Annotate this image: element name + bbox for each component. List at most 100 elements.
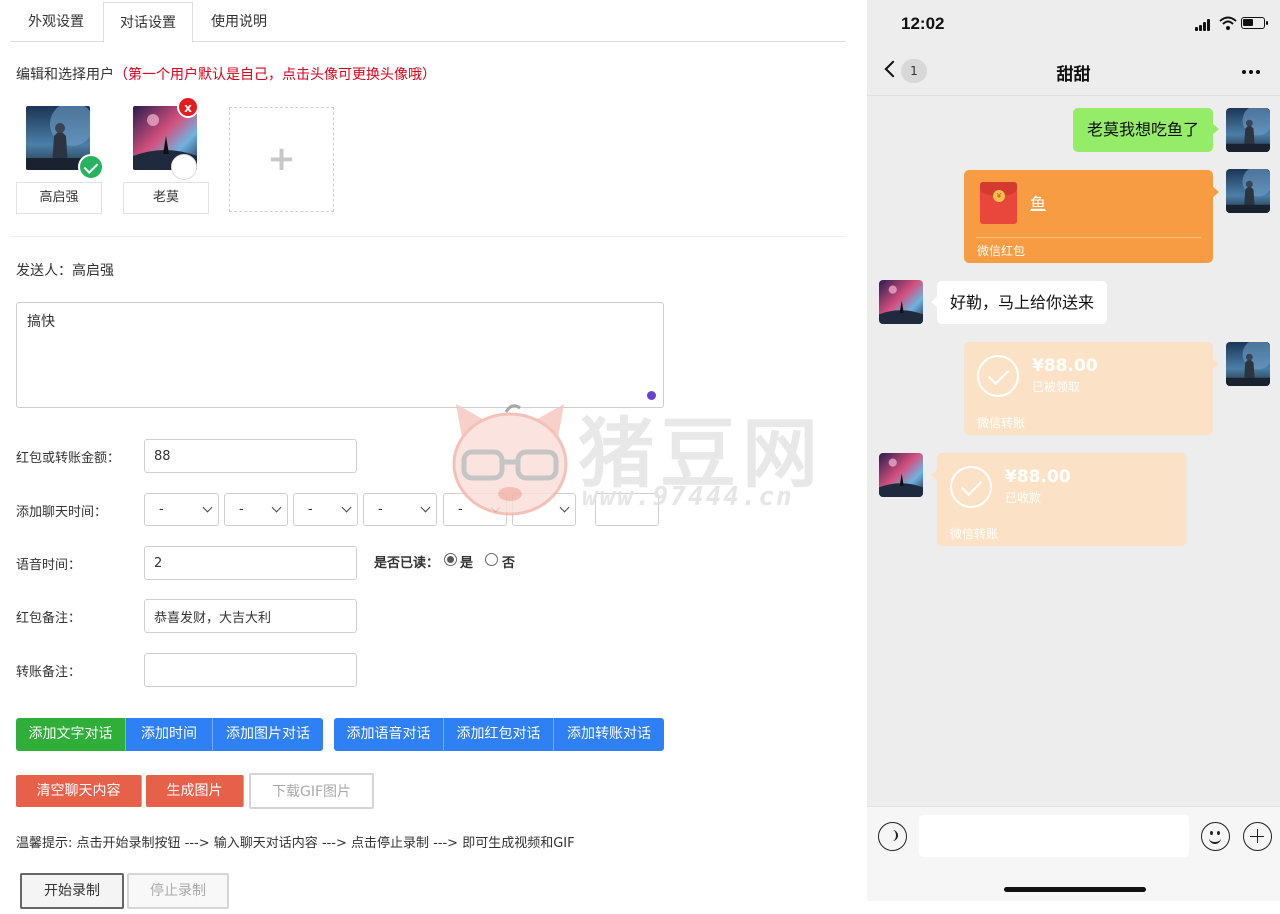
chevron-down-icon [490, 502, 501, 513]
transfer-note-label: 转账备注： [16, 665, 82, 680]
time-select-day[interactable]: - [293, 493, 358, 526]
transfer-status: 已收款 [1005, 491, 1042, 505]
sender-avatar[interactable] [1226, 169, 1270, 213]
message-textarea[interactable]: 搞快 [16, 302, 664, 408]
read-no-label[interactable]: 否 [502, 552, 515, 571]
emoji-icon[interactable] [1201, 822, 1230, 851]
add-time-button[interactable]: 添加时间 [126, 718, 213, 751]
sender-name: 高启强 [72, 263, 114, 279]
clear-chat-button[interactable]: 清空聊天内容 [16, 775, 142, 807]
add-redpacket-button[interactable]: 添加红包对话 [444, 718, 554, 751]
time-select-year[interactable]: - [144, 493, 219, 526]
time-select-minute[interactable] [512, 493, 576, 526]
start-record-button[interactable]: 开始录制 [20, 873, 124, 909]
add-text-button[interactable]: 添加文字对话 [16, 718, 126, 751]
status-bar: 12:02 [867, 0, 1280, 46]
wifi-icon [1219, 16, 1237, 30]
add-dialog-group-1: 添加文字对话 添加时间 添加图片对话 [16, 718, 323, 751]
chevron-down-icon [420, 502, 431, 513]
transfer-bubble-received[interactable]: ¥88.00 已收款 微信转账 [931, 453, 1186, 546]
sender-line: 发送人：高启强 [16, 260, 114, 280]
add-user-button[interactable]: + [229, 107, 334, 212]
redpacket-note: 鱼 [1030, 194, 1047, 213]
status-time: 12:02 [901, 14, 945, 33]
remove-user-icon[interactable]: x [177, 96, 199, 118]
user-name[interactable]: 高启强 [16, 182, 102, 214]
voice-time-input[interactable] [144, 546, 357, 580]
redpacket-icon: ¥ [980, 182, 1017, 224]
time-select-period[interactable] [595, 493, 659, 526]
chat-input-bar [867, 806, 1280, 901]
time-select-value: - [308, 502, 313, 517]
text-bubble-received: 好勒，马上给你送来 [930, 281, 1108, 324]
watermark-text: 猪豆网 [578, 409, 824, 498]
transfer-amount: ¥88.00 [1005, 467, 1071, 487]
redpacket-label: 微信红包 [977, 244, 1026, 258]
battery-icon [1241, 17, 1268, 29]
time-select-value: - [159, 502, 164, 517]
more-icon[interactable] [1242, 70, 1246, 74]
phone-preview: 12:02 1 甜甜 老莫我想吃鱼了 ¥ 鱼 微信红包 好勒，马上给你送来 ¥8… [867, 0, 1280, 901]
chat-title: 甜甜 [1056, 65, 1091, 85]
plus-icon: + [267, 139, 296, 179]
text-bubble-sent: 老莫我想吃鱼了 [1072, 108, 1220, 152]
generate-image-button[interactable]: 生成图片 [146, 775, 244, 807]
voice-icon[interactable] [878, 822, 907, 851]
stop-record-button[interactable]: 停止录制 [127, 873, 229, 909]
time-select-weekday[interactable]: - [363, 493, 437, 526]
read-yes-label[interactable]: 是 [460, 552, 473, 571]
amount-input[interactable] [144, 439, 357, 473]
recording-tip: 温馨提示: 点击开始录制按钮 ---> 输入聊天对话内容 ---> 点击停止录制… [16, 836, 575, 851]
add-voice-button[interactable]: 添加语音对话 [334, 718, 444, 751]
unselected-circle-icon[interactable] [171, 154, 197, 180]
transfer-bubble-sent[interactable]: ¥88.00 已被领取 微信转账 [964, 342, 1219, 435]
chevron-down-icon [202, 502, 213, 513]
chat-text-input[interactable] [919, 815, 1189, 857]
section-hint: （第一个用户默认是自己，点击头像可更换头像哦） [114, 67, 436, 83]
tab-appearance[interactable]: 外观设置 [12, 2, 100, 42]
plus-circle-icon[interactable] [1243, 822, 1272, 851]
divider [10, 236, 846, 237]
time-select-value: - [239, 502, 244, 517]
time-select-month[interactable]: - [224, 493, 288, 526]
chevron-down-icon [271, 502, 282, 513]
transfer-status: 已被领取 [1032, 380, 1081, 394]
transfer-label: 微信转账 [950, 527, 999, 541]
tab-dialog-settings[interactable]: 对话设置 [103, 2, 193, 43]
time-select-value: - [458, 502, 463, 517]
add-image-button[interactable]: 添加图片对话 [213, 718, 323, 751]
chat-time-label: 添加聊天时间： [16, 505, 108, 520]
read-yes-radio[interactable] [444, 553, 457, 566]
resize-handle-icon[interactable] [647, 391, 656, 400]
transfer-amount: ¥88.00 [1032, 356, 1098, 376]
read-no-radio[interactable] [485, 553, 498, 566]
check-circle-icon [977, 355, 1019, 397]
redpacket-bubble[interactable]: ¥ 鱼 微信红包 [964, 170, 1219, 263]
transfer-note-input[interactable] [144, 653, 357, 687]
download-gif-button[interactable]: 下载GIF图片 [249, 773, 374, 809]
user-name[interactable]: 老莫 [123, 182, 209, 214]
sender-label: 发送人： [16, 263, 72, 279]
receiver-avatar[interactable] [879, 280, 923, 324]
voice-time-label: 语音时间： [16, 558, 82, 573]
chevron-down-icon [341, 502, 352, 513]
section-title-text: 编辑和选择用户 [16, 67, 114, 83]
add-transfer-button[interactable]: 添加转账对话 [554, 718, 664, 751]
read-status-label: 是否已读： [374, 556, 440, 571]
check-circle-icon [950, 466, 992, 508]
amount-label: 红包或转账金额： [16, 451, 121, 466]
tab-bar: 外观设置 对话设置 使用说明 [10, 2, 846, 43]
time-select-hour[interactable]: - [443, 493, 507, 526]
transfer-label: 微信转账 [977, 416, 1026, 430]
redpacket-note-label: 红包备注： [16, 611, 82, 626]
home-indicator [1004, 887, 1146, 892]
selected-check-icon [78, 154, 104, 180]
tab-instructions[interactable]: 使用说明 [195, 2, 283, 42]
chat-nav-bar: 1 甜甜 [867, 46, 1280, 96]
sender-avatar[interactable] [1226, 342, 1270, 386]
redpacket-note-input[interactable] [144, 599, 357, 633]
sender-avatar[interactable] [1226, 108, 1270, 152]
receiver-avatar[interactable] [879, 453, 923, 497]
section-title: 编辑和选择用户（第一个用户默认是自己，点击头像可更换头像哦） [16, 64, 436, 84]
add-dialog-group-2: 添加语音对话 添加红包对话 添加转账对话 [334, 718, 664, 751]
